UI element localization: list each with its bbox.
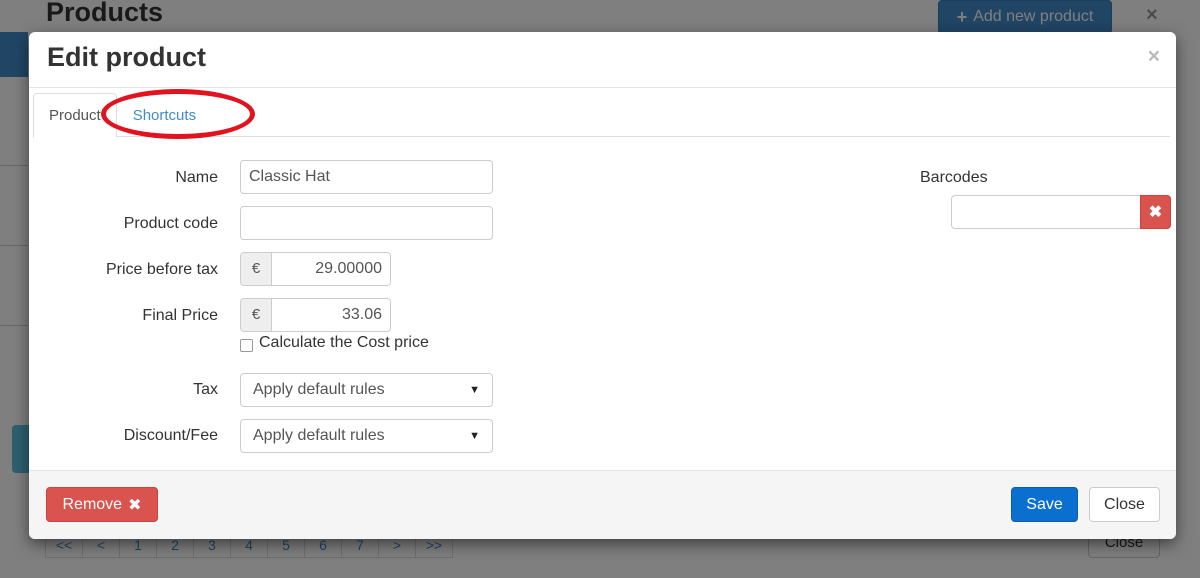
tax-select-value: Apply default rules	[253, 381, 385, 398]
save-button[interactable]: Save	[1011, 487, 1078, 522]
tab-product[interactable]: Product	[33, 93, 117, 138]
barcode-input[interactable]	[951, 195, 1141, 229]
close-icon[interactable]: ×	[1148, 46, 1160, 67]
tax-label: Tax	[193, 381, 218, 398]
price-before-tax-label: Price before tax	[105, 261, 218, 278]
close-button[interactable]: Close	[1089, 487, 1160, 522]
currency-addon: €	[241, 299, 272, 331]
final-price-label: Final Price	[142, 307, 218, 324]
product-code-input[interactable]	[240, 206, 493, 240]
caret-down-icon: ▼	[469, 430, 480, 442]
discount-fee-label: Discount/Fee	[123, 427, 218, 444]
final-price-input[interactable]	[272, 299, 390, 331]
calculate-cost-row: Calculate the Cost price	[240, 334, 429, 352]
name-input[interactable]	[240, 160, 493, 194]
discount-fee-select[interactable]: Apply default rules ▼	[240, 419, 493, 453]
final-price-group: €	[240, 298, 391, 332]
times-icon: ✖	[128, 496, 142, 514]
price-before-tax-input[interactable]	[272, 253, 390, 285]
currency-addon: €	[241, 253, 272, 285]
product-code-label: Product code	[123, 215, 218, 232]
caret-down-icon: ▼	[469, 384, 480, 396]
modal-tabs: Product Shortcuts	[33, 93, 1170, 138]
modal-footer: Remove ✖ Save Close	[29, 470, 1176, 539]
calculate-cost-label[interactable]: Calculate the Cost price	[259, 334, 429, 352]
modal-header: Edit product ×	[29, 32, 1176, 88]
times-icon: ✖	[1148, 204, 1163, 221]
remove-label: Remove	[62, 495, 123, 513]
remove-button[interactable]: Remove ✖	[46, 487, 158, 522]
barcode-remove-button[interactable]: ✖	[1140, 195, 1171, 229]
modal-title: Edit product	[47, 42, 206, 72]
edit-product-modal: Edit product × Product Shortcuts Name Pr…	[29, 32, 1176, 539]
tab-shortcuts[interactable]: Shortcuts	[117, 93, 212, 137]
tax-select[interactable]: Apply default rules ▼	[240, 373, 493, 407]
discount-fee-select-value: Apply default rules	[253, 427, 385, 444]
price-before-tax-group: €	[240, 252, 391, 286]
barcodes-label: Barcodes	[920, 169, 988, 186]
calculate-cost-checkbox[interactable]	[240, 338, 253, 352]
name-label: Name	[175, 169, 218, 186]
